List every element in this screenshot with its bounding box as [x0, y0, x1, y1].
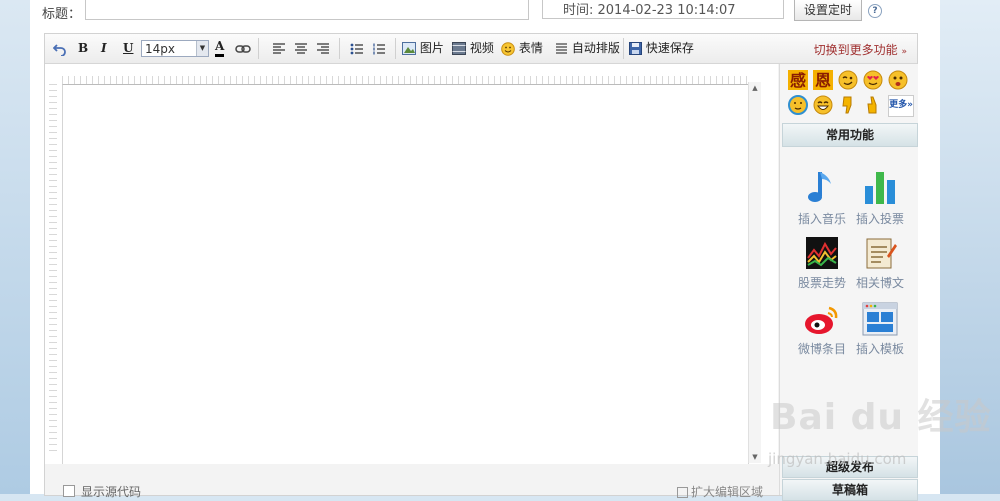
- more-emoticons-link[interactable]: 更多»: [888, 95, 914, 117]
- svg-text:感: 感: [790, 71, 806, 90]
- italic-button[interactable]: I: [101, 40, 107, 57]
- related-posts-button[interactable]: 相关博文: [850, 236, 910, 291]
- publish-time-field[interactable]: 时间: 2014-02-23 10:14:07: [542, 0, 784, 19]
- insert-poll-button[interactable]: 插入投票: [850, 168, 910, 227]
- numbered-list-icon[interactable]: [372, 40, 386, 57]
- insert-emoji-button[interactable]: 表情: [501, 40, 543, 57]
- link-icon[interactable]: [235, 40, 251, 57]
- stock-trend-button[interactable]: 股票走势: [792, 236, 852, 291]
- baidu-watermark-url: jingyan.baidu.com: [768, 450, 907, 468]
- editor-toolbar: B I U 14px ▼ A 图片 视频 表情 自动排版 快速保存 切换到更多功…: [45, 34, 917, 64]
- thumbs-down-emoticon[interactable]: [838, 95, 858, 115]
- title-label: 标题：: [42, 7, 82, 22]
- chevron-down-icon: ▼: [196, 41, 208, 56]
- font-size-select[interactable]: 14px ▼: [141, 40, 209, 57]
- toolbar-divider: [339, 38, 340, 59]
- bar-chart-icon: [865, 172, 895, 204]
- insert-image-button[interactable]: 图片: [402, 40, 444, 57]
- svg-text:恩: 恩: [815, 71, 831, 90]
- horizontal-ruler: [62, 76, 752, 84]
- title-input[interactable]: [85, 0, 529, 20]
- scroll-up-arrow-icon[interactable]: ▲: [749, 82, 761, 94]
- layout-icon: [556, 42, 567, 54]
- content-editable-page[interactable]: [62, 84, 749, 465]
- help-icon[interactable]: ?: [868, 4, 882, 18]
- set-timer-button[interactable]: 设置定时: [794, 0, 862, 21]
- insert-video-button[interactable]: 视频: [452, 40, 494, 57]
- toolbar-divider: [395, 38, 396, 59]
- smiley-icon: [501, 41, 515, 56]
- align-right-icon[interactable]: [316, 40, 330, 57]
- show-source-checkbox[interactable]: [63, 485, 75, 497]
- expand-editor-link[interactable]: 扩大编辑区域: [677, 483, 763, 500]
- quick-save-button[interactable]: 快速保存: [629, 40, 694, 57]
- insert-music-button[interactable]: 插入音乐: [792, 168, 852, 227]
- bold-button[interactable]: B: [78, 40, 88, 57]
- switch-more-functions-link[interactable]: 切换到更多功能 »: [814, 41, 907, 58]
- insert-template-button[interactable]: 插入模板: [850, 302, 910, 357]
- vertical-ruler: [49, 84, 57, 456]
- wink-emoticon[interactable]: [838, 70, 858, 90]
- thumbs-up-emoticon[interactable]: [863, 95, 883, 115]
- picture-icon: [402, 42, 416, 55]
- notepad-icon: [866, 238, 897, 269]
- show-source-label: 显示源代码: [81, 485, 142, 499]
- stock-chart-icon: [806, 237, 838, 269]
- auto-layout-button[interactable]: 自动排版: [555, 40, 620, 57]
- font-size-value: 14px: [145, 42, 175, 56]
- common-functions-heading: 常用功能: [782, 123, 918, 147]
- laugh-emoticon[interactable]: [813, 95, 833, 115]
- floppy-disk-icon: [629, 42, 642, 55]
- film-icon: [452, 42, 466, 55]
- toolbar-divider: [623, 38, 624, 59]
- align-left-icon[interactable]: [272, 40, 286, 57]
- heart-eyes-emoticon[interactable]: [863, 70, 883, 90]
- expand-icon: [677, 487, 688, 498]
- template-icon: [862, 302, 898, 336]
- bullet-list-icon[interactable]: [350, 40, 364, 57]
- undo-icon[interactable]: [53, 40, 67, 57]
- blush-emoticon[interactable]: [788, 95, 808, 115]
- writing-area: ▲ ▼: [45, 64, 778, 465]
- scroll-down-arrow-icon[interactable]: ▼: [749, 451, 761, 463]
- editor-scrollbar[interactable]: ▲ ▼: [748, 82, 761, 463]
- weibo-icon: [805, 306, 838, 334]
- gratitude-emoticon-1[interactable]: 感: [788, 70, 808, 90]
- background-left: [0, 0, 30, 494]
- weibo-entry-button[interactable]: 微博条目: [792, 302, 852, 357]
- font-color-button[interactable]: A: [215, 40, 225, 57]
- double-chevron-down-icon: »: [901, 47, 907, 57]
- gratitude-emoticon-2[interactable]: 恩: [813, 70, 833, 90]
- toolbar-divider: [258, 38, 259, 59]
- editor-footer: 显示源代码 扩大编辑区域: [45, 464, 778, 499]
- surprised-emoticon[interactable]: [888, 70, 908, 90]
- music-note-icon: [808, 172, 831, 202]
- underline-button[interactable]: U: [123, 40, 133, 57]
- draft-box-tab[interactable]: 草稿箱: [782, 479, 918, 501]
- baidu-watermark: Bai du 经验: [770, 397, 992, 438]
- align-center-icon[interactable]: [294, 40, 308, 57]
